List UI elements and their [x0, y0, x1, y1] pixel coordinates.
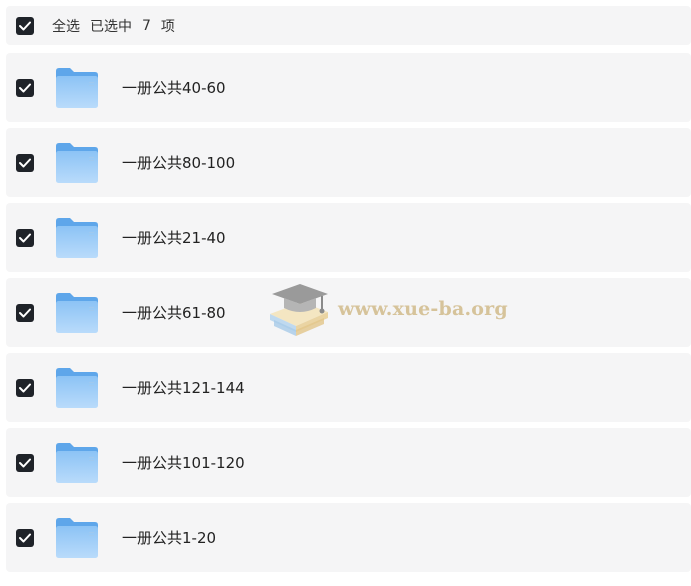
checkmark-icon [19, 233, 31, 243]
folder-checkbox[interactable] [16, 79, 34, 97]
folder-icon [56, 143, 98, 183]
checkmark-icon [19, 308, 31, 318]
folder-icon [56, 368, 98, 408]
folder-icon [56, 218, 98, 258]
checkmark-icon [19, 383, 31, 393]
folder-checkbox[interactable] [16, 229, 34, 247]
checkmark-icon [19, 83, 31, 93]
folder-name[interactable]: 一册公共80-100 [122, 128, 235, 197]
folder-row[interactable]: 一册公共40-60 [6, 53, 691, 122]
folder-checkbox[interactable] [16, 529, 34, 547]
folder-icon [56, 68, 98, 108]
folder-name[interactable]: 一册公共121-144 [122, 353, 245, 422]
folder-checkbox[interactable] [16, 379, 34, 397]
folder-icon [56, 518, 98, 558]
folder-row[interactable]: 一册公共21-40 [6, 203, 691, 272]
folder-checkbox[interactable] [16, 304, 34, 322]
folder-name[interactable]: 一册公共21-40 [122, 203, 226, 272]
selected-prefix: 已选中 [90, 18, 132, 35]
folder-icon [56, 443, 98, 483]
folder-row[interactable]: 一册公共61-80 [6, 278, 691, 347]
folder-checkbox[interactable] [16, 454, 34, 472]
checkmark-icon [19, 21, 31, 31]
selection-summary: 全选 已选中 7 项 [52, 6, 185, 45]
folder-row[interactable]: 一册公共80-100 [6, 128, 691, 197]
select-all-bar: 全选 已选中 7 项 [6, 6, 691, 45]
folder-icon [56, 293, 98, 333]
folder-name[interactable]: 一册公共1-20 [122, 503, 216, 572]
checkmark-icon [19, 458, 31, 468]
checkmark-icon [19, 533, 31, 543]
checkmark-icon [19, 158, 31, 168]
select-all-label[interactable]: 全选 [52, 16, 80, 36]
folder-list: 一册公共40-60 一册公共80-100 一册公共21-40 一册公共61-80… [6, 53, 691, 578]
folder-row[interactable]: 一册公共1-20 [6, 503, 691, 572]
folder-row[interactable]: 一册公共101-120 [6, 428, 691, 497]
select-all-checkbox[interactable] [16, 17, 34, 35]
folder-checkbox[interactable] [16, 154, 34, 172]
file-selection-page: 全选 已选中 7 项 一册公共40-60 一册公共80-100 一册公共21-4… [0, 0, 691, 586]
folder-name[interactable]: 一册公共101-120 [122, 428, 245, 497]
selected-count: 7 [142, 17, 151, 34]
folder-row[interactable]: 一册公共121-144 [6, 353, 691, 422]
selected-suffix: 项 [160, 18, 175, 35]
folder-name[interactable]: 一册公共61-80 [122, 278, 226, 347]
folder-name[interactable]: 一册公共40-60 [122, 53, 226, 122]
